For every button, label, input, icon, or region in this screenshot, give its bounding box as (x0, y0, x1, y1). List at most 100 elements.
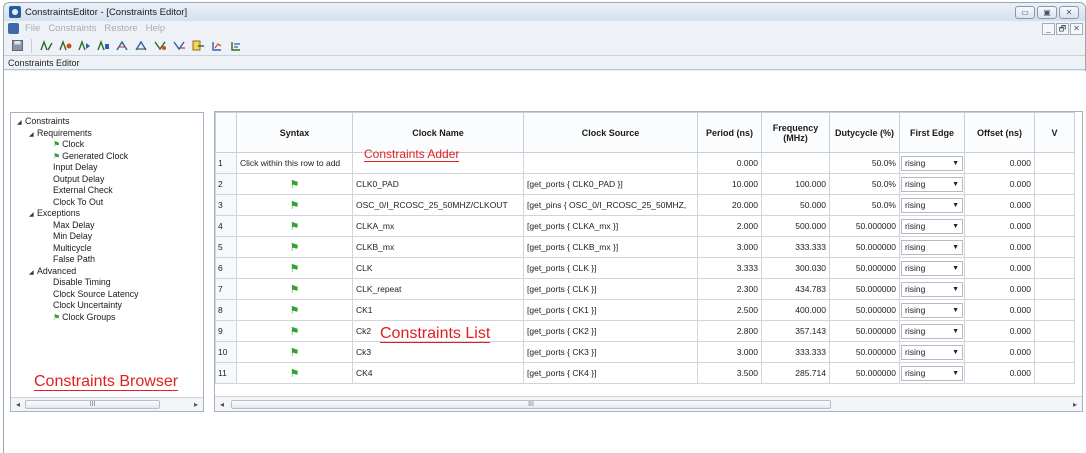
clock-name-cell[interactable]: OSC_0/I_RCOSC_25_50MHZ/CLKOUT (352, 194, 524, 216)
dutycycle-cell[interactable]: 50.000000 (829, 215, 900, 237)
tree-item[interactable]: ⚑ Clock Groups (53, 312, 115, 323)
dutycycle-cell[interactable]: 50.0% (829, 173, 900, 195)
clock-name-cell[interactable]: CLK (352, 257, 524, 279)
table-row[interactable]: 5 ⚑ CLKB_mx [get_ports { CLKB_mx }] 3.000 333… (215, 236, 1075, 258)
first-edge-cell[interactable]: rising ▼ (899, 173, 965, 195)
column-header-period[interactable]: Period (ns) (697, 112, 762, 153)
first-edge-cell[interactable]: rising ▼ (899, 320, 965, 342)
period-cell[interactable]: 2.300 (697, 278, 762, 300)
dutycycle-cell[interactable]: 50.000000 (829, 362, 900, 384)
first-edge-dropdown[interactable]: rising ▼ (901, 365, 963, 381)
clock-source-cell[interactable]: [get_ports { CK3 }] (523, 341, 698, 363)
clock-name-cell[interactable]: CLKB_mx (352, 236, 524, 258)
close-button[interactable]: ✕ (1059, 5, 1079, 19)
tree-item[interactable]: Input Delay (53, 162, 98, 173)
save-icon[interactable] (10, 39, 24, 52)
column-header-syntax[interactable]: Syntax (236, 112, 353, 153)
menu-restore[interactable]: Restore (104, 23, 137, 34)
frequency-cell[interactable]: 500.000 (761, 215, 830, 237)
column-header-dutycycle[interactable]: Dutycycle (%) (829, 112, 900, 153)
first-edge-dropdown[interactable]: rising ▼ (901, 239, 963, 255)
dutycycle-cell[interactable]: 50.0% (829, 194, 900, 216)
first-edge-dropdown[interactable]: rising ▼ (901, 260, 963, 276)
expand-triangle-icon[interactable]: ◢ (29, 268, 37, 279)
tree-item[interactable]: Max Delay (53, 220, 95, 231)
tree-item[interactable]: Disable Timing (53, 277, 111, 288)
first-edge-dropdown[interactable]: rising ▼ (901, 197, 963, 213)
tree-item[interactable]: ◢ Exceptions (29, 208, 80, 219)
first-edge-dropdown[interactable]: rising ▼ (901, 218, 963, 234)
dutycycle-cell[interactable]: 50.000000 (829, 278, 900, 300)
dropdown-arrow-icon[interactable]: ▼ (952, 244, 959, 251)
dropdown-arrow-icon[interactable]: ▼ (952, 181, 959, 188)
clock-name-cell[interactable]: CK1 (352, 299, 524, 321)
dutycycle-cell[interactable]: 50.000000 (829, 236, 900, 258)
tool-2-icon[interactable] (58, 39, 72, 52)
clock-source-cell[interactable]: [get_ports { CLKB_mx }] (523, 236, 698, 258)
column-header-frequency[interactable]: Frequency (MHz) (761, 112, 830, 153)
tool-10-icon[interactable] (210, 39, 224, 52)
clock-source-cell[interactable]: [get_ports { CLK }] (523, 257, 698, 279)
dropdown-arrow-icon[interactable]: ▼ (952, 223, 959, 230)
clock-name-cell[interactable]: CLK0_PAD (352, 173, 524, 195)
frequency-cell[interactable]: 357.143 (761, 320, 830, 342)
frequency-cell[interactable]: 333.333 (761, 236, 830, 258)
offset-cell[interactable]: 0.000 (964, 152, 1035, 174)
period-cell[interactable]: 3.000 (697, 236, 762, 258)
dropdown-arrow-icon[interactable]: ▼ (952, 286, 959, 293)
syntax-cell[interactable]: Click within this row to add (236, 152, 353, 174)
offset-cell[interactable]: 0.000 (964, 194, 1035, 216)
first-edge-cell[interactable]: rising ▼ (899, 278, 965, 300)
syntax-cell[interactable]: ⚑ (236, 299, 353, 321)
syntax-cell[interactable]: ⚑ (236, 236, 353, 258)
dutycycle-cell[interactable]: 50.000000 (829, 341, 900, 363)
offset-cell[interactable]: 0.000 (964, 320, 1035, 342)
browser-horizontal-scrollbar[interactable]: ◂ III ▸ (11, 397, 203, 411)
offset-cell[interactable]: 0.000 (964, 257, 1035, 279)
tree-item[interactable]: External Check (53, 185, 113, 196)
frequency-cell[interactable]: 100.000 (761, 173, 830, 195)
first-edge-cell[interactable]: rising ▼ (899, 362, 965, 384)
table-row[interactable]: 4 ⚑ CLKA_mx [get_ports { CLKA_mx }] 2.000 500… (215, 215, 1075, 237)
first-edge-cell[interactable]: rising ▼ (899, 236, 965, 258)
tool-7-icon[interactable] (153, 39, 167, 52)
clock-source-cell[interactable]: [get_ports { CK1 }] (523, 299, 698, 321)
period-cell[interactable]: 3.500 (697, 362, 762, 384)
offset-cell[interactable]: 0.000 (964, 299, 1035, 321)
grid-scroll-left-arrow-icon[interactable]: ◂ (215, 400, 229, 409)
column-header-first-edge[interactable]: First Edge (899, 112, 965, 153)
frequency-cell[interactable]: 300.030 (761, 257, 830, 279)
expand-triangle-icon[interactable]: ◢ (29, 130, 37, 141)
dutycycle-cell[interactable]: 50.000000 (829, 257, 900, 279)
tool-4-icon[interactable] (96, 39, 110, 52)
period-cell[interactable]: 0.000 (697, 152, 762, 174)
first-edge-dropdown[interactable]: rising ▼ (901, 155, 963, 171)
dropdown-arrow-icon[interactable]: ▼ (952, 307, 959, 314)
tree-item[interactable]: Multicycle (53, 243, 92, 254)
dropdown-arrow-icon[interactable]: ▼ (952, 328, 959, 335)
frequency-cell[interactable]: 434.783 (761, 278, 830, 300)
frequency-cell[interactable]: 285.714 (761, 362, 830, 384)
dropdown-arrow-icon[interactable]: ▼ (952, 349, 959, 356)
table-row[interactable]: 7 ⚑ CLK_repeat [get_ports { CLK }] 2.300 434.… (215, 278, 1075, 300)
period-cell[interactable]: 10.000 (697, 173, 762, 195)
syntax-cell[interactable]: ⚑ (236, 362, 353, 384)
table-row[interactable]: 9 ⚑ Ck2 [get_ports { CK2 }] 2.800 357.143 50.0… (215, 320, 1075, 342)
menu-help[interactable]: Help (146, 23, 166, 34)
period-cell[interactable]: 2.500 (697, 299, 762, 321)
mdi-restore-button[interactable]: 🗗 (1056, 22, 1069, 35)
tree-item[interactable]: Clock Uncertainty (53, 300, 122, 311)
column-header-clock-source[interactable]: Clock Source (523, 112, 698, 153)
column-header-offset[interactable]: Offset (ns) (964, 112, 1035, 153)
offset-cell[interactable]: 0.000 (964, 341, 1035, 363)
first-edge-dropdown[interactable]: rising ▼ (901, 176, 963, 192)
first-edge-cell[interactable]: rising ▼ (899, 299, 965, 321)
frequency-cell[interactable]: 400.000 (761, 299, 830, 321)
table-row[interactable]: 8 ⚑ CK1 [get_ports { CK1 }] 2.500 400.000 50.0… (215, 299, 1075, 321)
mdi-close-button[interactable]: ✕ (1070, 22, 1083, 35)
scroll-thumb[interactable]: III (25, 400, 160, 409)
grid-scroll-right-arrow-icon[interactable]: ▸ (1068, 400, 1082, 409)
clock-name-cell[interactable]: CK4 (352, 362, 524, 384)
expand-triangle-icon[interactable]: ◢ (29, 210, 37, 221)
clock-source-cell[interactable]: [get_ports { CLKA_mx }] (523, 215, 698, 237)
